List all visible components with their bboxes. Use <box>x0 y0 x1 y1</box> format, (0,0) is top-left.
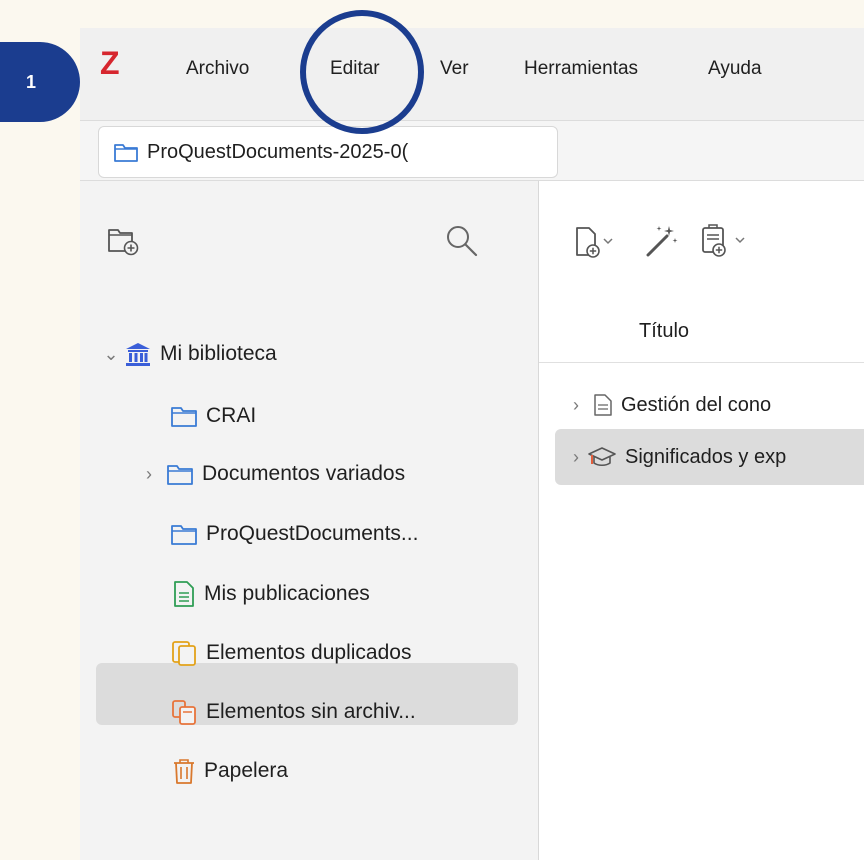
new-collection-icon[interactable] <box>106 223 142 257</box>
items-pane: Título › Gestión del cono › Significados… <box>539 181 864 860</box>
step-number: 1 <box>25 71 36 92</box>
magic-wand-icon[interactable] <box>643 223 679 259</box>
document-icon <box>594 394 612 416</box>
tree-item-papelera[interactable]: Papelera <box>172 749 288 793</box>
menu-ayuda[interactable]: Ayuda <box>708 58 762 80</box>
column-header-label: Título <box>639 320 690 342</box>
tab-label: ProQuestDocuments-2025-0( <box>147 140 409 163</box>
tree-item-documentos-variados[interactable]: › Documentos variados <box>140 452 405 496</box>
zotero-window: Z Archivo Editar Ver Herramientas Ayuda … <box>80 28 864 860</box>
tree-item-label: Documentos variados <box>202 462 406 485</box>
folder-icon <box>171 407 197 427</box>
trash-icon <box>174 759 194 784</box>
tree-item-proquestdocuments[interactable]: ProQuestDocuments... <box>170 512 418 556</box>
column-header-title[interactable]: Título <box>539 301 864 363</box>
tree-item-label: Elementos sin archiv... <box>206 700 416 723</box>
tree-item-label: Mi biblioteca <box>160 342 277 365</box>
tree-item-crai[interactable]: CRAI <box>170 394 256 438</box>
tree-item-elementos-sin-archivar[interactable]: Elementos sin archiv... <box>170 690 416 734</box>
item-title: Gestión del cono <box>621 393 772 416</box>
tree-item-mis-publicaciones[interactable]: Mis publicaciones <box>172 572 370 616</box>
tree-item-label: CRAI <box>206 404 257 427</box>
new-item-icon[interactable] <box>573 225 619 259</box>
search-icon[interactable] <box>444 223 480 259</box>
publications-icon <box>174 581 194 607</box>
zotero-logo: Z <box>100 45 120 81</box>
thesis-icon <box>588 447 616 467</box>
menu-bar: Z Archivo Editar Ver Herramientas Ayuda <box>80 28 864 121</box>
new-note-icon[interactable] <box>699 223 751 259</box>
menu-archivo[interactable]: Archivo <box>186 58 249 80</box>
library-tab[interactable]: ProQuestDocuments-2025-0( <box>98 126 558 178</box>
folder-icon <box>171 525 197 545</box>
folder-icon <box>167 465 193 485</box>
menu-herramientas[interactable]: Herramientas <box>524 58 638 80</box>
item-row[interactable]: › Gestión del cono <box>539 383 864 427</box>
tree-item-elementos-duplicados[interactable]: Elementos duplicados <box>170 631 411 675</box>
collections-pane: ⌄ Mi biblioteca CRAI › Documentos variad… <box>80 181 539 860</box>
highlight-circle <box>300 10 424 134</box>
tree-item-mi-biblioteca[interactable]: ⌄ Mi biblioteca <box>102 332 277 376</box>
library-icon <box>126 343 150 366</box>
tree-item-label: Papelera <box>204 759 289 782</box>
chevron-right-icon[interactable]: › <box>567 447 585 468</box>
menu-ver[interactable]: Ver <box>440 58 469 80</box>
unfiled-icon <box>172 700 196 725</box>
chevron-right-icon[interactable]: › <box>140 464 158 485</box>
tree-item-label: Elementos duplicados <box>206 641 412 664</box>
item-title: Significados y exp <box>625 445 787 468</box>
item-row-selected[interactable]: › Significados y exp <box>555 429 864 485</box>
step-number-badge: 1 <box>0 42 80 122</box>
tree-item-label: ProQuestDocuments... <box>206 522 419 545</box>
chevron-right-icon[interactable]: › <box>567 395 585 416</box>
chevron-down-icon[interactable]: ⌄ <box>102 344 120 365</box>
duplicates-icon <box>172 641 196 666</box>
folder-icon <box>114 144 138 162</box>
tree-item-label: Mis publicaciones <box>204 582 370 605</box>
